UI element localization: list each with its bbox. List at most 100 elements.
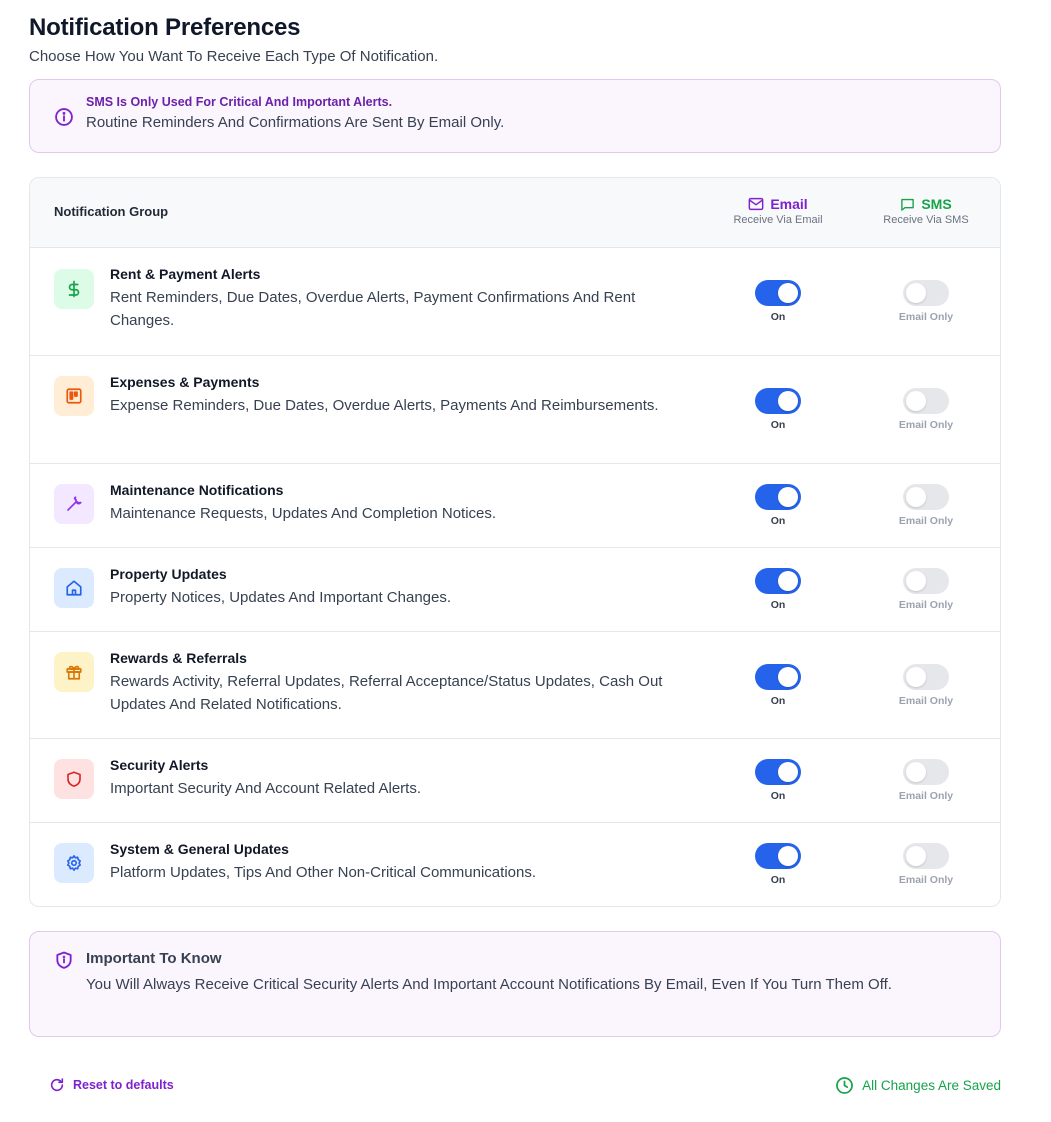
table-row: Maintenance Notifications Maintenance Re… xyxy=(30,464,1000,548)
email-toggle-state: On xyxy=(770,874,786,886)
table-row: Rent & Payment Alerts Rent Reminders, Du… xyxy=(30,248,1000,356)
table-header: Notification Group Email Receive Via Ema… xyxy=(30,178,1000,248)
row-description: Rent Reminders, Due Dates, Overdue Alert… xyxy=(110,289,636,329)
home-icon xyxy=(66,580,82,596)
reset-defaults-button[interactable]: Reset to defaults xyxy=(49,1077,174,1093)
sms-toggle[interactable] xyxy=(903,664,949,690)
row-name: Maintenance Notifications xyxy=(110,482,284,498)
save-status: All Changes Are Saved xyxy=(835,1076,1001,1095)
sms-column-label: SMS xyxy=(921,196,952,212)
clock-icon xyxy=(836,1077,854,1094)
email-column-header: Email Receive Via Email xyxy=(718,196,838,226)
email-toggle[interactable] xyxy=(755,484,801,510)
row-description: Maintenance Requests, Updates And Comple… xyxy=(110,505,497,522)
row-description: Property Notices, Updates And Important … xyxy=(110,589,452,606)
shield-info-icon xyxy=(56,951,72,969)
shield-icon xyxy=(67,771,81,787)
table-row: Expenses & Payments Expense Reminders, D… xyxy=(30,356,1000,464)
email-toggle[interactable] xyxy=(755,280,801,306)
row-description: Rewards Activity, Referral Updates, Refe… xyxy=(110,673,663,713)
email-toggle[interactable] xyxy=(755,388,801,414)
sms-toggle-state: Email Only xyxy=(898,419,954,431)
row-icon-box xyxy=(54,484,94,524)
email-toggle-state: On xyxy=(770,599,786,611)
email-toggle-cell: On xyxy=(738,664,818,707)
email-toggle-cell: On xyxy=(738,388,818,431)
email-toggle-cell: On xyxy=(738,568,818,611)
sms-toggle[interactable] xyxy=(903,759,949,785)
row-name: Security Alerts xyxy=(110,757,209,773)
row-icon-box xyxy=(54,843,94,883)
row-name: System & General Updates xyxy=(110,841,289,857)
sms-toggle-cell: Email Only xyxy=(886,568,966,611)
wrench-icon xyxy=(67,496,82,511)
info-banner-text: Routine Reminders And Confirmations Are … xyxy=(86,114,505,131)
page-title: Notification Preferences xyxy=(29,14,301,41)
important-note: Important To Know You Will Always Receiv… xyxy=(29,931,1001,1037)
sms-toggle-cell: Email Only xyxy=(886,388,966,431)
note-title: Important To Know xyxy=(86,950,222,967)
table-row: System & General Updates Platform Update… xyxy=(30,823,1000,906)
email-toggle-state: On xyxy=(770,790,786,802)
table-row: Property Updates Property Notices, Updat… xyxy=(30,548,1000,632)
sms-toggle[interactable] xyxy=(903,388,949,414)
sms-toggle-cell: Email Only xyxy=(886,759,966,802)
sms-toggle-state: Email Only xyxy=(898,311,954,323)
email-column-label: Email xyxy=(770,196,808,212)
sms-toggle[interactable] xyxy=(903,568,949,594)
save-status-label: All Changes Are Saved xyxy=(862,1078,1001,1093)
group-column-header: Notification Group xyxy=(54,204,169,219)
sms-toggle-cell: Email Only xyxy=(886,484,966,527)
chat-icon xyxy=(901,198,915,211)
sms-toggle[interactable] xyxy=(903,843,949,869)
sms-toggle[interactable] xyxy=(903,280,949,306)
table-row: Security Alerts Important Security And A… xyxy=(30,739,1000,823)
gift-icon xyxy=(66,665,82,680)
email-toggle[interactable] xyxy=(755,568,801,594)
email-toggle-cell: On xyxy=(738,484,818,527)
sms-toggle-cell: Email Only xyxy=(886,843,966,886)
row-name: Rent & Payment Alerts xyxy=(110,266,261,282)
row-description: Important Security And Account Related A… xyxy=(110,780,422,797)
email-toggle-cell: On xyxy=(738,280,818,323)
info-banner: SMS Is Only Used For Critical And Import… xyxy=(29,79,1001,153)
sms-toggle-state: Email Only xyxy=(898,599,954,611)
row-icon-box xyxy=(54,568,94,608)
email-toggle-state: On xyxy=(770,515,786,527)
note-text: You Will Always Receive Critical Securit… xyxy=(86,976,892,993)
email-toggle-state: On xyxy=(770,695,786,707)
row-icon-box xyxy=(54,652,94,692)
mail-icon xyxy=(748,197,764,211)
sms-toggle-cell: Email Only xyxy=(886,280,966,323)
row-name: Property Updates xyxy=(110,566,227,582)
email-toggle-state: On xyxy=(770,419,786,431)
email-toggle[interactable] xyxy=(755,759,801,785)
notification-table: Notification Group Email Receive Via Ema… xyxy=(29,177,1001,907)
sms-toggle-state: Email Only xyxy=(898,874,954,886)
sms-toggle-state: Email Only xyxy=(898,695,954,707)
board-icon xyxy=(66,388,82,404)
sms-toggle-state: Email Only xyxy=(898,790,954,802)
refresh-icon xyxy=(50,1078,64,1092)
info-icon xyxy=(55,108,73,126)
row-name: Rewards & Referrals xyxy=(110,650,247,666)
row-description: Platform Updates, Tips And Other Non-Cri… xyxy=(110,864,536,881)
reset-defaults-label: Reset to defaults xyxy=(73,1078,174,1092)
page-subtitle: Choose How You Want To Receive Each Type… xyxy=(29,48,439,65)
gear-icon xyxy=(67,855,81,871)
dollar-icon xyxy=(68,280,80,298)
row-icon-box xyxy=(54,269,94,309)
sms-column-sub: Receive Via SMS xyxy=(883,214,969,226)
row-icon-box xyxy=(54,759,94,799)
row-name: Expenses & Payments xyxy=(110,374,260,390)
sms-toggle-cell: Email Only xyxy=(886,664,966,707)
email-toggle-cell: On xyxy=(738,843,818,886)
table-row: Rewards & Referrals Rewards Activity, Re… xyxy=(30,632,1000,739)
email-column-sub: Receive Via Email xyxy=(733,214,823,226)
email-toggle[interactable] xyxy=(755,843,801,869)
email-toggle[interactable] xyxy=(755,664,801,690)
row-description: Expense Reminders, Due Dates, Overdue Al… xyxy=(110,397,659,414)
email-toggle-cell: On xyxy=(738,759,818,802)
sms-toggle[interactable] xyxy=(903,484,949,510)
info-banner-bold: SMS Is Only Used For Critical And Import… xyxy=(86,95,393,109)
